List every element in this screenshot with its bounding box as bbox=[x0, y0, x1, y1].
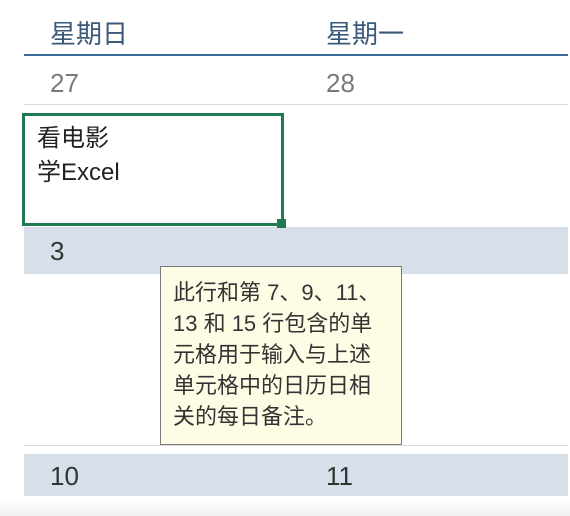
header-underline bbox=[24, 54, 568, 56]
fill-handle[interactable] bbox=[277, 219, 286, 228]
bottom-shadow bbox=[0, 500, 570, 516]
column-header-monday: 星期一 bbox=[326, 14, 404, 51]
selected-notes-cell[interactable]: 看电影 学Excel bbox=[22, 113, 284, 226]
date-cell[interactable]: 10 bbox=[50, 461, 79, 492]
date-cell[interactable]: 28 bbox=[326, 68, 355, 99]
note-line: 看电影 bbox=[37, 122, 269, 156]
cell-tooltip: 此行和第 7、9、11、13 和 15 行包含的单元格用于输入与上述单元格中的日… bbox=[160, 266, 402, 445]
column-header-sunday: 星期日 bbox=[50, 14, 128, 51]
note-line: 学Excel bbox=[37, 156, 269, 190]
calendar-view: 星期日 星期一 27 28 看电影 学Excel 3 10 11 此行和第 7、… bbox=[0, 0, 570, 516]
row-divider bbox=[24, 445, 568, 446]
date-cell[interactable]: 3 bbox=[50, 236, 64, 267]
row-divider bbox=[24, 104, 568, 105]
date-cell[interactable]: 27 bbox=[50, 68, 79, 99]
date-cell[interactable]: 11 bbox=[326, 461, 353, 492]
row-shade bbox=[24, 454, 568, 496]
